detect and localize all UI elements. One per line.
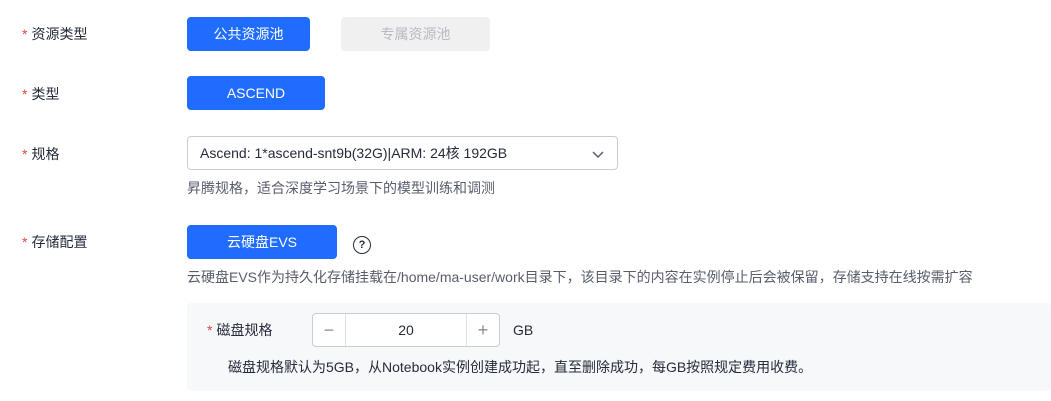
spec-selected-value: Ascend: 1*ascend-snt9b(32G)|ARM: 24核 192… xyxy=(200,145,508,161)
spec-hint: 昇腾规格，适合深度学习场景下的模型训练和调测 xyxy=(187,180,495,196)
public-pool-button[interactable]: 公共资源池 xyxy=(187,17,310,51)
evs-button[interactable]: 云硬盘EVS xyxy=(187,225,337,259)
disk-size-stepper[interactable]: − 20 + xyxy=(312,313,500,347)
dedicated-pool-button[interactable]: 专属资源池 xyxy=(341,17,490,51)
required-mark: * xyxy=(22,26,28,42)
spec-label: * 规格 xyxy=(22,146,60,162)
disk-hint: 磁盘规格默认为5GB，从Notebook实例创建成功起，直至删除成功，每GB按照… xyxy=(228,359,813,375)
disk-unit: GB xyxy=(513,322,534,338)
resource-type-label: * 资源类型 xyxy=(22,26,88,42)
spec-select[interactable]: Ascend: 1*ascend-snt9b(32G)|ARM: 24核 192… xyxy=(187,136,618,170)
help-icon[interactable]: ? xyxy=(353,236,371,254)
required-mark: * xyxy=(207,322,213,338)
required-mark: * xyxy=(22,146,28,162)
disk-size-value[interactable]: 20 xyxy=(346,314,466,346)
chevron-down-icon xyxy=(592,151,604,159)
disk-label: * 磁盘规格 xyxy=(207,322,273,338)
storage-label: * 存储配置 xyxy=(22,234,88,250)
required-mark: * xyxy=(22,234,28,250)
increment-button[interactable]: + xyxy=(466,314,499,346)
type-label: * 类型 xyxy=(22,86,60,102)
ascend-button[interactable]: ASCEND xyxy=(187,76,325,110)
storage-hint: 云硬盘EVS作为持久化存储挂载在/home/ma-user/work目录下，该目… xyxy=(187,269,973,285)
decrement-button[interactable]: − xyxy=(313,314,346,346)
required-mark: * xyxy=(22,86,28,102)
